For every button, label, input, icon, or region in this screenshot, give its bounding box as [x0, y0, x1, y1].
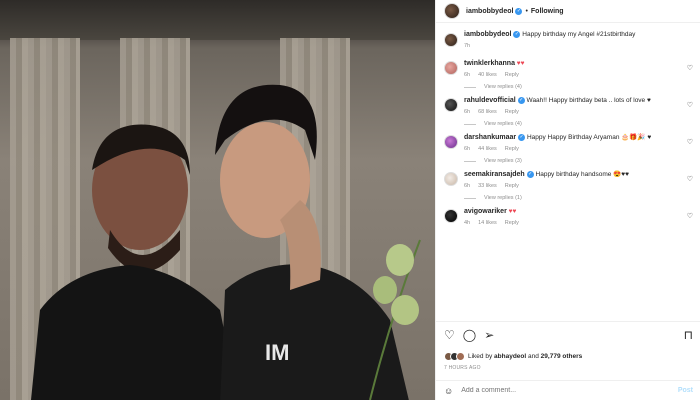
verified-badge-icon: ✓: [526, 170, 534, 178]
save-bookmark-icon[interactable]: ⊓: [684, 329, 693, 341]
comment-item: darshankumaar ✓ Happy Happy Birthday Arya…: [444, 133, 693, 152]
comment-likes[interactable]: 40 likes: [478, 72, 497, 78]
verified-badge-icon: ✓: [515, 7, 523, 15]
caption-username[interactable]: iambobbydeol: [464, 31, 511, 38]
reply-button[interactable]: Reply: [505, 220, 519, 226]
comment-item: seemakiransajdeh ✓ Happy birthday handsom…: [444, 170, 693, 189]
comment-username[interactable]: twinklerkhanna: [464, 60, 515, 67]
comment-time: 6h: [464, 183, 471, 189]
comment-item: rahuldevofficial ✓ Waah!! Happy birthday …: [444, 96, 693, 115]
comment-avatar[interactable]: [444, 61, 458, 75]
liked-by-and: and: [528, 353, 539, 360]
like-comment-heart-icon[interactable]: ♡: [687, 64, 693, 72]
comment-text: Happy Happy Birthday Aryaman 🎂🎁🎉 ♥: [526, 134, 652, 141]
like-comment-heart-icon[interactable]: ♡: [687, 138, 693, 146]
comment-text: Happy birthday handsome 😍♥♥: [535, 171, 630, 178]
post-timestamp[interactable]: 7 HOURS AGO: [444, 365, 693, 371]
comment-item: avigowariker ♥♥ 4h 14 likes Reply ♡: [444, 207, 693, 226]
comment-time: 6h: [464, 109, 471, 115]
post-header: iambobbydeol ✓ • Following: [436, 0, 700, 23]
comment-avatar[interactable]: [444, 135, 458, 149]
liker-avatar: [456, 352, 465, 361]
photo-plant: [369, 239, 421, 400]
comment-username[interactable]: darshankumaar: [464, 134, 516, 141]
emoji-icon[interactable]: ☺: [444, 386, 453, 396]
likes-count[interactable]: 29,779 others: [541, 353, 583, 360]
view-replies-button[interactable]: View replies (4): [464, 121, 693, 127]
verified-badge-icon: ✓: [518, 133, 526, 141]
comment-username[interactable]: avigowariker: [464, 208, 507, 215]
author-username[interactable]: iambobbydeol: [466, 8, 513, 15]
caption-time: 7h: [464, 43, 471, 49]
following-button[interactable]: Following: [531, 8, 564, 15]
comment-avatar[interactable]: [444, 98, 458, 112]
like-comment-heart-icon[interactable]: ♡: [687, 101, 693, 109]
comment-username[interactable]: rahuldevofficial: [464, 97, 516, 104]
view-replies-button[interactable]: View replies (4): [464, 84, 693, 90]
comments-list: iambobbydeol ✓ Happy birthday my Angel #2…: [436, 24, 700, 321]
caption-text: Happy birthday my Angel #21stbirthday: [522, 31, 636, 38]
comment-item: twinklerkhanna ♥♥ 6h 40 likes Reply ♡: [444, 59, 693, 78]
like-heart-icon[interactable]: ♡: [444, 329, 455, 341]
comment-bubble-icon[interactable]: ◯: [463, 329, 476, 341]
comment-text: ♥♥: [516, 60, 525, 67]
like-comment-heart-icon[interactable]: ♡: [687, 175, 693, 183]
like-comment-heart-icon[interactable]: ♡: [687, 212, 693, 220]
comment-input[interactable]: [461, 387, 678, 394]
comment-avatar[interactable]: [444, 172, 458, 186]
verified-badge-icon: ✓: [513, 30, 521, 38]
reply-button[interactable]: Reply: [505, 146, 519, 152]
comment-likes[interactable]: 44 likes: [478, 146, 497, 152]
comment-likes[interactable]: 14 likes: [478, 220, 497, 226]
post-comment-button[interactable]: Post: [678, 387, 693, 394]
comment-username[interactable]: seemakiransajdeh: [464, 171, 525, 178]
likes-summary: Liked by abhaydeol and 29,779 others: [444, 352, 693, 361]
author-avatar[interactable]: [444, 33, 458, 47]
comment-avatar[interactable]: [444, 209, 458, 223]
comment-time: 4h: [464, 220, 471, 226]
comment-likes[interactable]: 68 likes: [478, 109, 497, 115]
author-avatar[interactable]: [444, 3, 460, 19]
post-photo[interactable]: IM: [0, 0, 435, 400]
svg-text:IM: IM: [265, 340, 289, 365]
post-caption: iambobbydeol ✓ Happy birthday my Angel #2…: [444, 30, 693, 49]
reply-button[interactable]: Reply: [505, 109, 519, 115]
comment-likes[interactable]: 33 likes: [478, 183, 497, 189]
comment-text: Waah!! Happy birthday beta .. lots of lo…: [526, 97, 651, 104]
add-comment-bar: ☺ Post: [436, 380, 700, 400]
view-replies-button[interactable]: View replies (3): [464, 158, 693, 164]
liked-by-user[interactable]: abhaydeol: [494, 353, 526, 360]
post-sidebar: iambobbydeol ✓ • Following iambobbydeol ✓…: [435, 0, 700, 400]
view-replies-button[interactable]: View replies (1): [464, 195, 693, 201]
comment-time: 6h: [464, 146, 471, 152]
comment-text: ♥♥: [508, 208, 517, 215]
comment-time: 6h: [464, 72, 471, 78]
reply-button[interactable]: Reply: [505, 72, 519, 78]
liked-by-prefix: Liked by: [468, 353, 493, 360]
reply-button[interactable]: Reply: [505, 183, 519, 189]
verified-badge-icon: ✓: [517, 96, 525, 104]
photo-ceiling: [0, 0, 435, 40]
separator-dot: •: [525, 7, 528, 15]
share-send-icon[interactable]: ➢: [484, 329, 494, 341]
